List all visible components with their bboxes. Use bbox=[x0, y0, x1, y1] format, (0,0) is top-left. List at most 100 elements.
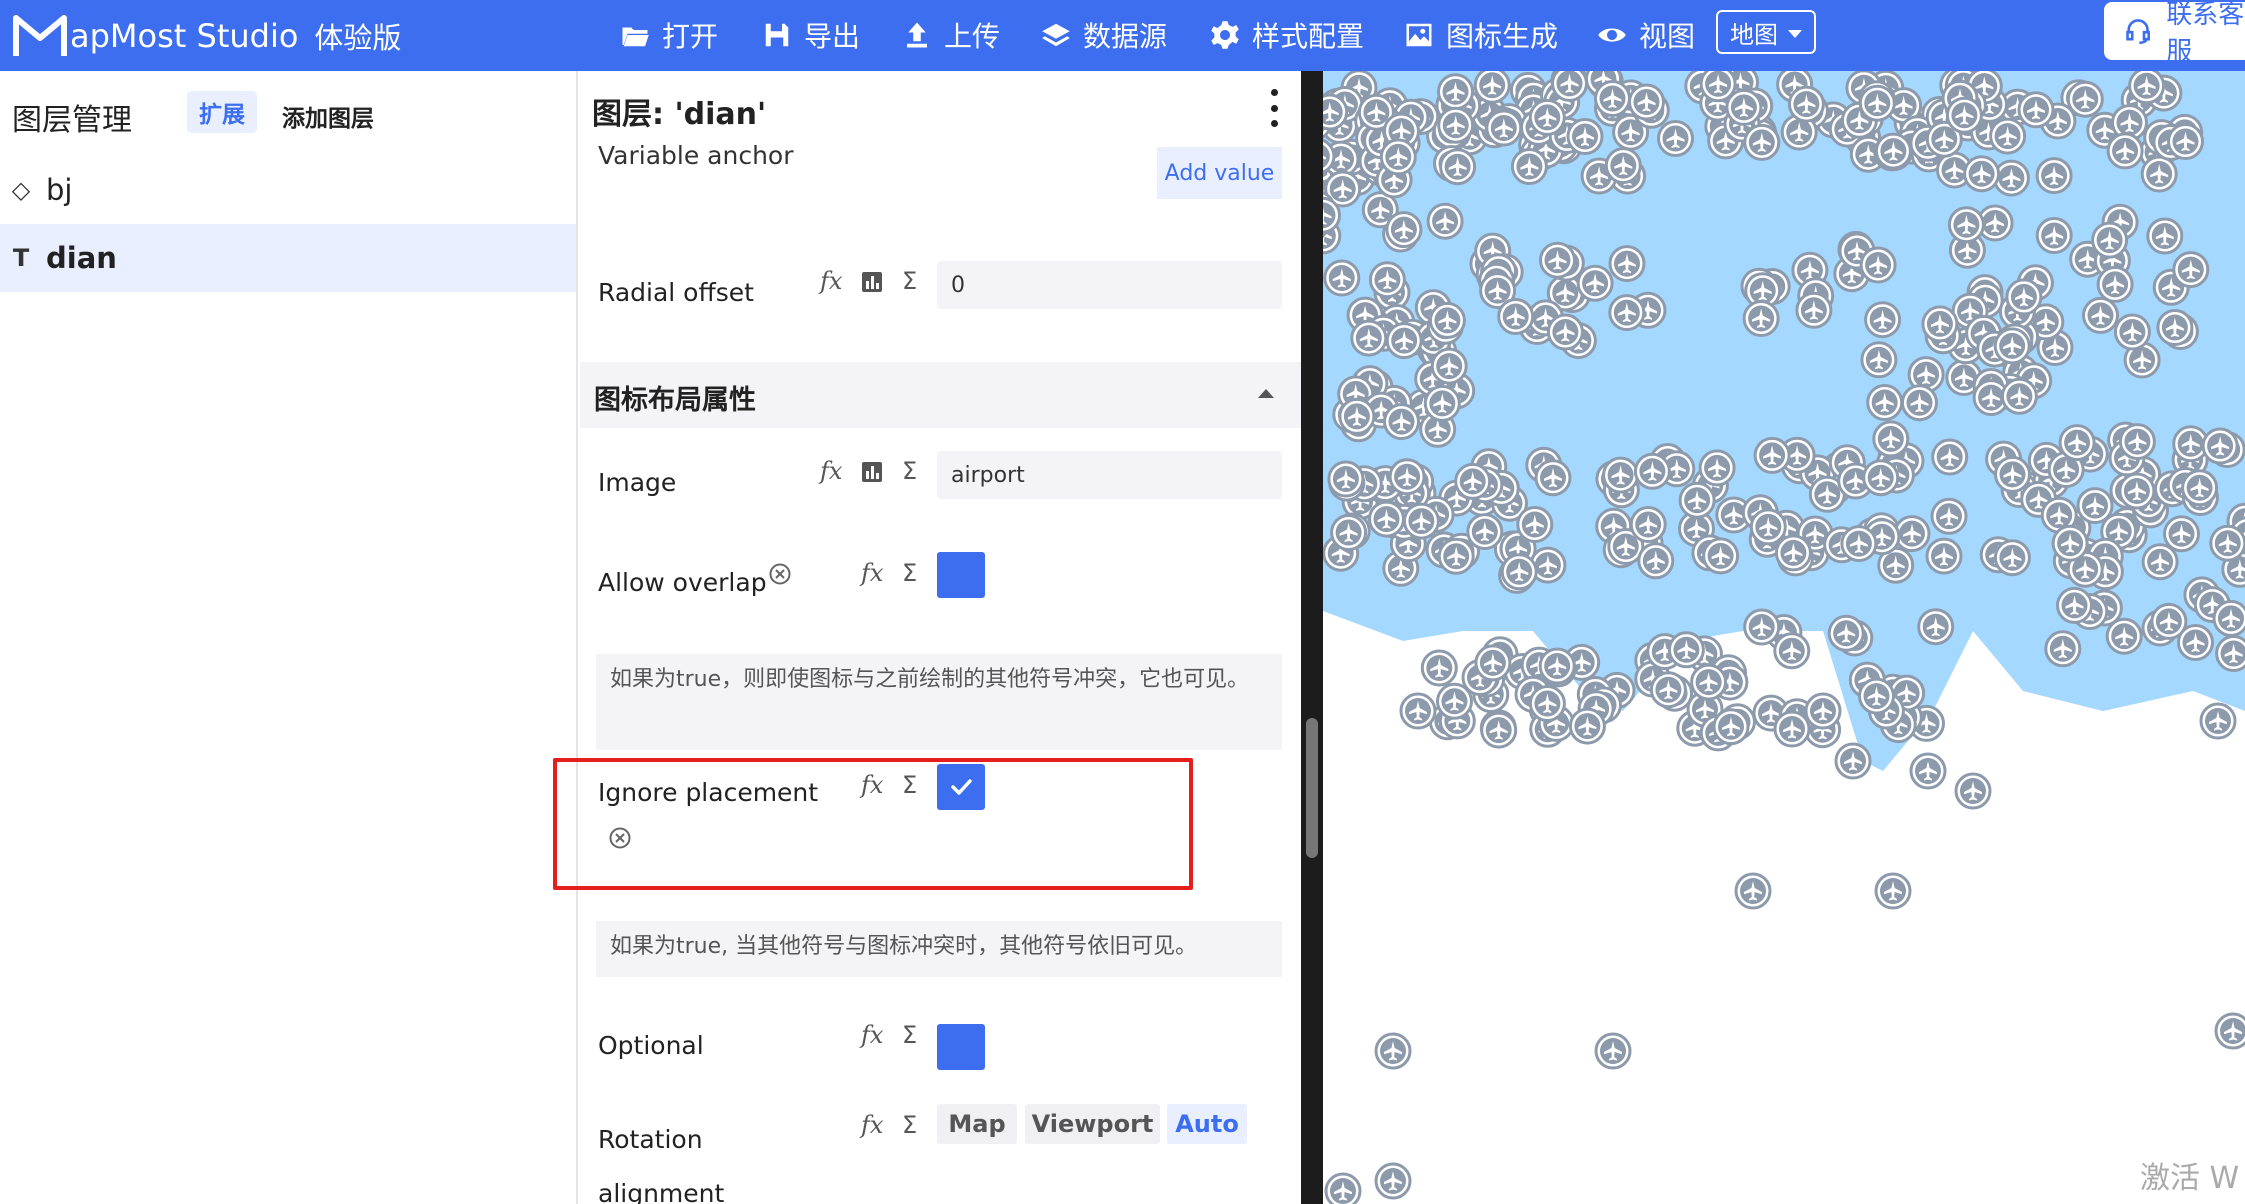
image-input[interactable]: airport bbox=[937, 451, 1282, 499]
airport-marker[interactable] bbox=[1350, 319, 1388, 357]
airport-marker[interactable] bbox=[1383, 403, 1420, 441]
sigma-icon[interactable]: Σ bbox=[902, 1021, 917, 1049]
airport-marker[interactable] bbox=[1608, 294, 1646, 332]
rotation-option-map[interactable]: Map bbox=[937, 1104, 1017, 1144]
airport-marker[interactable] bbox=[1925, 537, 1963, 575]
airport-marker[interactable] bbox=[1909, 752, 1947, 790]
airport-marker[interactable] bbox=[2044, 630, 2082, 668]
airport-marker[interactable] bbox=[1930, 497, 1968, 535]
expression-fx-icon[interactable]: fx bbox=[861, 771, 883, 799]
airport-marker[interactable] bbox=[1437, 106, 1475, 144]
airport-marker[interactable] bbox=[1743, 123, 1781, 161]
airport-marker[interactable] bbox=[1474, 644, 1512, 682]
nav-style-config[interactable]: 样式配置 bbox=[1210, 10, 1364, 60]
nav-export[interactable]: 导出 bbox=[762, 10, 860, 60]
airport-marker[interactable] bbox=[2141, 543, 2179, 581]
airport-marker[interactable] bbox=[1921, 305, 1959, 343]
airport-marker[interactable] bbox=[1649, 671, 1687, 709]
radial-offset-input[interactable]: 0 bbox=[937, 261, 1282, 309]
airport-marker[interactable] bbox=[2091, 221, 2129, 259]
airport-marker[interactable] bbox=[2113, 313, 2151, 351]
nav-datasource[interactable]: 数据源 bbox=[1041, 10, 1167, 60]
airport-marker[interactable] bbox=[1774, 534, 1812, 572]
airport-marker[interactable] bbox=[1430, 347, 1468, 385]
airport-marker[interactable] bbox=[1436, 682, 1473, 720]
airport-marker[interactable] bbox=[1773, 632, 1811, 670]
airport-marker[interactable] bbox=[1993, 327, 2031, 365]
bar-chart-icon[interactable] bbox=[861, 271, 883, 293]
airport-marker[interactable] bbox=[1604, 147, 1642, 185]
airport-marker[interactable] bbox=[2199, 702, 2237, 740]
airport-marker[interactable] bbox=[1866, 384, 1904, 421]
nav-upload[interactable]: 上传 bbox=[902, 10, 1000, 60]
airport-marker[interactable] bbox=[1594, 1032, 1632, 1070]
airport-marker[interactable] bbox=[1678, 481, 1716, 519]
airport-marker[interactable] bbox=[1594, 80, 1631, 117]
airport-marker[interactable] bbox=[1954, 772, 1992, 810]
airport-marker[interactable] bbox=[1633, 452, 1671, 490]
sigma-icon[interactable]: Σ bbox=[902, 1111, 917, 1139]
airport-marker[interactable] bbox=[1753, 436, 1791, 474]
airport-marker[interactable] bbox=[1466, 513, 1504, 551]
airport-marker[interactable] bbox=[2215, 635, 2245, 672]
airport-marker[interactable] bbox=[1402, 502, 1440, 540]
airport-marker[interactable] bbox=[1485, 109, 1523, 147]
airport-marker[interactable] bbox=[2035, 157, 2073, 195]
airport-marker[interactable] bbox=[1388, 458, 1426, 496]
layer-item-dian[interactable]: T dian bbox=[0, 224, 576, 292]
airport-marker[interactable] bbox=[1538, 647, 1576, 685]
airport-marker[interactable] bbox=[2146, 217, 2184, 255]
airport-marker[interactable] bbox=[1712, 708, 1750, 746]
airport-marker[interactable] bbox=[1428, 301, 1466, 339]
airport-marker[interactable] bbox=[2017, 91, 2055, 129]
clear-circle-icon[interactable] bbox=[768, 562, 792, 586]
sigma-icon[interactable]: Σ bbox=[902, 457, 917, 485]
airport-marker[interactable] bbox=[2163, 515, 2200, 553]
airport-marker[interactable] bbox=[1725, 88, 1763, 126]
sigma-icon[interactable]: Σ bbox=[902, 267, 917, 295]
airport-marker[interactable] bbox=[1862, 459, 1900, 497]
airport-marker[interactable] bbox=[2181, 469, 2219, 507]
airport-marker[interactable] bbox=[1379, 138, 1417, 176]
editor-scrollbar-track[interactable] bbox=[1301, 71, 1323, 1204]
airport-marker[interactable] bbox=[2201, 427, 2239, 465]
expression-fx-icon[interactable]: fx bbox=[820, 457, 842, 485]
airport-marker[interactable] bbox=[1327, 460, 1365, 498]
airport-marker[interactable] bbox=[2051, 524, 2089, 562]
airport-marker[interactable] bbox=[1480, 711, 1518, 749]
airport-marker[interactable] bbox=[1874, 872, 1912, 910]
airport-marker[interactable] bbox=[1323, 93, 1349, 131]
layer-item-bj[interactable]: ◇ bj bbox=[0, 156, 576, 224]
airport-marker[interactable] bbox=[1834, 742, 1872, 780]
airport-marker[interactable] bbox=[2128, 71, 2166, 105]
airport-marker[interactable] bbox=[2156, 309, 2194, 346]
airport-marker[interactable] bbox=[1860, 341, 1898, 379]
nav-view[interactable]: 视图 bbox=[1597, 10, 1695, 60]
airport-marker[interactable] bbox=[2214, 1012, 2245, 1050]
airport-marker[interactable] bbox=[1437, 73, 1474, 111]
airport-marker[interactable] bbox=[1773, 710, 1811, 748]
airport-marker[interactable] bbox=[1374, 1162, 1412, 1200]
chevron-up-icon[interactable] bbox=[1258, 389, 1274, 398]
airport-marker[interactable] bbox=[1858, 677, 1895, 715]
airport-marker[interactable] bbox=[1702, 537, 1740, 575]
more-menu-icon[interactable] bbox=[1268, 89, 1280, 127]
rotation-option-viewport[interactable]: Viewport bbox=[1025, 1104, 1160, 1144]
airport-marker[interactable] bbox=[1500, 553, 1538, 591]
expression-fx-icon[interactable]: fx bbox=[861, 559, 883, 587]
airport-marker[interactable] bbox=[1637, 542, 1675, 580]
airport-marker[interactable] bbox=[2058, 424, 2096, 462]
expression-fx-icon[interactable]: fx bbox=[861, 1111, 883, 1139]
airport-marker[interactable] bbox=[1864, 301, 1902, 339]
airport-marker[interactable] bbox=[2167, 123, 2204, 160]
airport-marker[interactable] bbox=[1859, 246, 1897, 284]
airport-marker[interactable] bbox=[1749, 508, 1787, 546]
nav-open[interactable]: 打开 bbox=[620, 10, 718, 60]
airport-marker[interactable] bbox=[1420, 649, 1458, 687]
airport-marker[interactable] bbox=[1608, 245, 1646, 283]
airport-marker[interactable] bbox=[2000, 377, 2038, 415]
airport-marker[interactable] bbox=[1743, 608, 1781, 646]
map-canvas[interactable]: 激活 W bbox=[1323, 71, 2245, 1204]
airport-marker[interactable] bbox=[1528, 685, 1566, 722]
airport-marker[interactable] bbox=[1667, 631, 1705, 669]
